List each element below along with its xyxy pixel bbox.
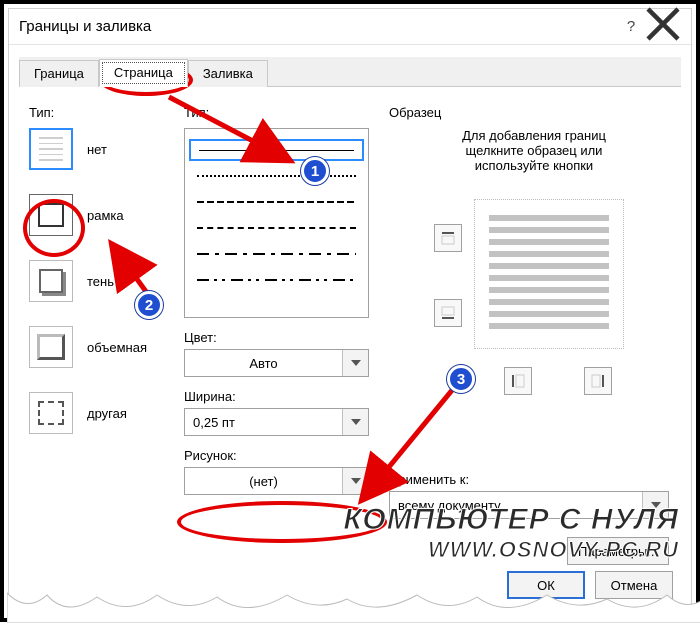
linestyle-dash-dot-dot[interactable] — [189, 269, 364, 291]
sample-hint: Для добавления границ щелкните образец и… — [389, 128, 679, 173]
border-top-button[interactable] — [434, 224, 462, 252]
tab-page[interactable]: Страница — [99, 59, 188, 87]
setting-column: Тип: нет рамка тень объемная — [29, 105, 169, 458]
titlebar: Границы и заливка ? — [9, 9, 691, 45]
page-preview[interactable] — [474, 199, 624, 349]
width-combo[interactable]: 0,25 пт — [184, 408, 369, 436]
apply-combo[interactable]: всему документу — [389, 491, 669, 519]
help-button[interactable]: ? — [617, 18, 645, 35]
border-bottom-icon — [440, 305, 456, 321]
tabbar: Граница Страница Заливка — [19, 57, 681, 87]
linestyle-dash-wide[interactable] — [189, 191, 364, 213]
setting-art[interactable]: другая — [29, 392, 169, 434]
parameters-button[interactable]: Параметры... — [567, 537, 669, 565]
dialog-footer: ОК Отмена — [507, 571, 673, 599]
tab-fill[interactable]: Заливка — [188, 60, 268, 87]
border-top-icon — [440, 230, 456, 246]
picture-combo-value: (нет) — [185, 474, 342, 489]
picture-label: Рисунок: — [184, 448, 374, 463]
linestyle-dotted[interactable] — [189, 165, 364, 187]
chevron-down-icon — [342, 468, 368, 494]
sample-area — [404, 189, 664, 369]
apply-label: Применить к: — [389, 472, 679, 487]
apply-area: Применить к: всему документу — [389, 472, 679, 519]
tab-border[interactable]: Граница — [19, 60, 99, 87]
setting-frame[interactable]: рамка — [29, 194, 169, 236]
setting-shadow[interactable]: тень — [29, 260, 169, 302]
setting-volume-icon — [29, 326, 73, 368]
screenshot-frame: Границы и заливка ? Граница Страница Зал… — [0, 0, 700, 622]
border-left-button[interactable] — [504, 367, 532, 395]
setting-art-icon — [29, 392, 73, 434]
setting-frame-icon — [29, 194, 73, 236]
border-right-icon — [590, 373, 606, 389]
setting-shadow-icon — [29, 260, 73, 302]
dialog-content: Тип: нет рамка тень объемная — [9, 87, 691, 613]
color-combo[interactable]: Авто — [184, 349, 369, 377]
setting-volume[interactable]: объемная — [29, 326, 169, 368]
linestyle-listbox[interactable] — [184, 128, 369, 318]
style-column: Тип: Цвет: Авто Ширина: 0,25 пт Рисунок: — [184, 105, 374, 495]
linestyle-label: Тип: — [184, 105, 374, 120]
borders-shading-dialog: Границы и заливка ? Граница Страница Зал… — [8, 8, 692, 614]
close-button[interactable] — [645, 6, 681, 47]
dialog-title: Границы и заливка — [19, 18, 617, 35]
cancel-button[interactable]: Отмена — [595, 571, 673, 599]
linestyle-dash-dot[interactable] — [189, 243, 364, 265]
linestyle-dashed[interactable] — [189, 217, 364, 239]
chevron-down-icon — [642, 492, 668, 518]
close-icon — [645, 6, 681, 42]
border-right-button[interactable] — [584, 367, 612, 395]
setting-art-label: другая — [87, 406, 127, 421]
color-label: Цвет: — [184, 330, 374, 345]
sample-column: Образец Для добавления границ щелкните о… — [389, 105, 679, 369]
border-bottom-button[interactable] — [434, 299, 462, 327]
linestyle-solid[interactable] — [189, 139, 364, 161]
setting-frame-label: рамка — [87, 208, 124, 223]
setting-shadow-label: тень — [87, 274, 114, 289]
width-combo-value: 0,25 пт — [185, 415, 342, 430]
color-combo-value: Авто — [185, 356, 342, 371]
setting-volume-label: объемная — [87, 340, 147, 355]
chevron-down-icon — [342, 409, 368, 435]
ok-button[interactable]: ОК — [507, 571, 585, 599]
setting-label: Тип: — [29, 105, 169, 120]
picture-combo[interactable]: (нет) — [184, 467, 369, 495]
setting-none[interactable]: нет — [29, 128, 169, 170]
sample-label: Образец — [389, 105, 679, 120]
chevron-down-icon — [342, 350, 368, 376]
width-label: Ширина: — [184, 389, 374, 404]
border-left-icon — [510, 373, 526, 389]
apply-combo-value: всему документу — [390, 498, 642, 513]
setting-none-icon — [29, 128, 73, 170]
setting-none-label: нет — [87, 142, 107, 157]
